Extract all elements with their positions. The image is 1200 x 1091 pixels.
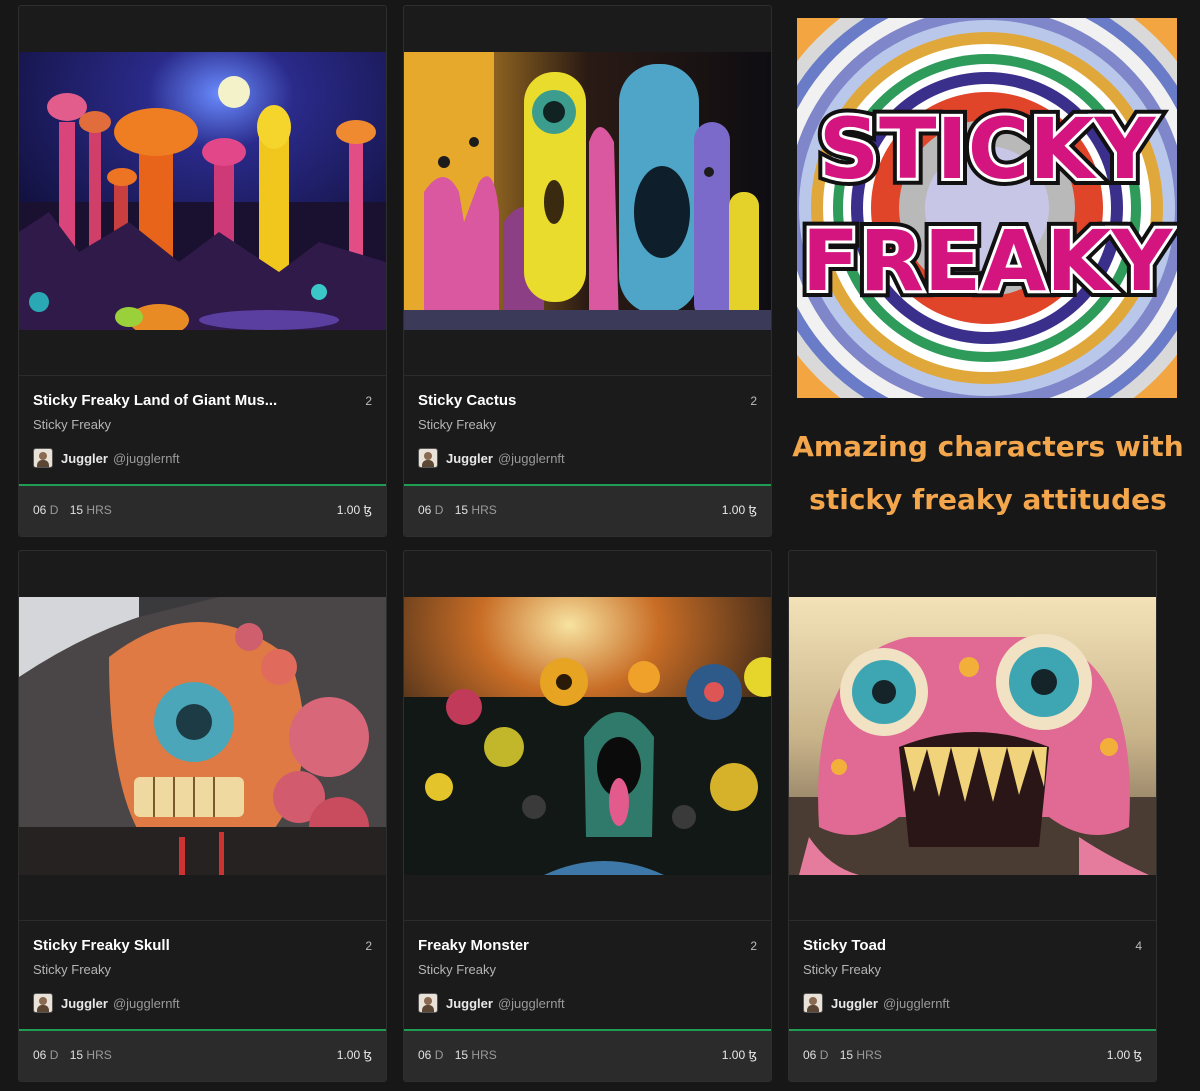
auction-timer: 06 D 15 HRS xyxy=(418,1048,505,1062)
price: 1.00 ꜩ xyxy=(721,1048,757,1062)
nft-card[interactable]: Sticky Cactus 2 Sticky Freaky Juggler @j… xyxy=(403,5,772,537)
days-value: 06 xyxy=(803,1048,817,1062)
creator-handle: @jugglernft xyxy=(112,995,180,1011)
card-footer: 06 D 15 HRS 1.00 ꜩ xyxy=(19,484,386,536)
days-unit: D xyxy=(49,503,59,517)
edition-count: 2 xyxy=(750,394,757,408)
collection-name[interactable]: Sticky Freaky xyxy=(33,417,111,432)
card-title[interactable]: Freaky Monster xyxy=(418,937,718,954)
divider xyxy=(19,375,386,376)
creator-name: Juggler xyxy=(831,995,878,1011)
creator-link[interactable]: Juggler @jugglernft xyxy=(33,447,180,469)
artwork-image[interactable] xyxy=(789,597,1156,875)
card-title[interactable]: Sticky Freaky Skull xyxy=(33,937,333,954)
hours-value: 15 xyxy=(454,1048,469,1062)
tagline-line-2: sticky freaky attitudes xyxy=(809,483,1167,516)
nft-card[interactable]: Sticky Toad 4 Sticky Freaky Juggler @jug… xyxy=(788,550,1157,1082)
creator-name: Juggler xyxy=(446,450,493,466)
card-footer: 06 D 15 HRS 1.00 ꜩ xyxy=(404,484,771,536)
collection-name[interactable]: Sticky Freaky xyxy=(418,962,496,977)
collection-name[interactable]: Sticky Freaky xyxy=(33,962,111,977)
artwork-image[interactable] xyxy=(404,52,771,330)
creator-name: Juggler xyxy=(61,450,108,466)
auction-timer: 06 D 15 HRS xyxy=(803,1048,890,1062)
card-footer: 06 D 15 HRS 1.00 ꜩ xyxy=(404,1029,771,1081)
avatar xyxy=(803,993,823,1013)
creator-handle: @jugglernft xyxy=(112,450,180,466)
price: 1.00 ꜩ xyxy=(336,1048,372,1062)
hours-value: 15 xyxy=(454,503,469,517)
hours-value: 15 xyxy=(69,503,84,517)
creator-link[interactable]: Juggler @jugglernft xyxy=(803,992,950,1014)
logo-line-1-highlight: STICKY xyxy=(819,100,1157,198)
days-value: 06 xyxy=(418,503,432,517)
tagline-line-1: Amazing characters with xyxy=(792,430,1184,463)
price: 1.00 ꜩ xyxy=(1106,1048,1142,1062)
days-value: 06 xyxy=(33,503,47,517)
card-title[interactable]: Sticky Cactus xyxy=(418,392,718,409)
card-title[interactable]: Sticky Toad xyxy=(803,937,1103,954)
avatar xyxy=(33,448,53,468)
avatar xyxy=(418,448,438,468)
days-unit: D xyxy=(434,1048,444,1062)
creator-link[interactable]: Juggler @jugglernft xyxy=(33,992,180,1014)
price: 1.00 ꜩ xyxy=(721,503,757,517)
hours-unit: HRS xyxy=(86,1048,112,1062)
avatar xyxy=(418,993,438,1013)
hours-unit: HRS xyxy=(856,1048,882,1062)
auction-timer: 06 D 15 HRS xyxy=(33,1048,120,1062)
creator-handle: @jugglernft xyxy=(497,995,565,1011)
collection-name[interactable]: Sticky Freaky xyxy=(803,962,881,977)
price: 1.00 ꜩ xyxy=(336,503,372,517)
creator-handle: @jugglernft xyxy=(497,450,565,466)
collection-tagline: Amazing characters with sticky freaky at… xyxy=(790,420,1186,526)
days-value: 06 xyxy=(33,1048,47,1062)
hours-unit: HRS xyxy=(86,503,112,517)
card-footer: 06 D 15 HRS 1.00 ꜩ xyxy=(789,1029,1156,1081)
card-title[interactable]: Sticky Freaky Land of Giant Mus... xyxy=(33,392,333,409)
hours-unit: HRS xyxy=(471,503,497,517)
collection-name[interactable]: Sticky Freaky xyxy=(418,417,496,432)
artwork-image[interactable] xyxy=(19,597,386,875)
divider xyxy=(404,375,771,376)
edition-count: 4 xyxy=(1135,939,1142,953)
divider xyxy=(789,920,1156,921)
creator-handle: @jugglernft xyxy=(882,995,950,1011)
hours-unit: HRS xyxy=(471,1048,497,1062)
card-footer: 06 D 15 HRS 1.00 ꜩ xyxy=(19,1029,386,1081)
hours-value: 15 xyxy=(69,1048,84,1062)
days-unit: D xyxy=(819,1048,829,1062)
days-value: 06 xyxy=(418,1048,432,1062)
creator-link[interactable]: Juggler @jugglernft xyxy=(418,447,565,469)
edition-count: 2 xyxy=(750,939,757,953)
creator-link[interactable]: Juggler @jugglernft xyxy=(418,992,565,1014)
auction-timer: 06 D 15 HRS xyxy=(418,503,505,517)
edition-count: 2 xyxy=(365,939,372,953)
nft-card[interactable]: Freaky Monster 2 Sticky Freaky Juggler @… xyxy=(403,550,772,1082)
divider xyxy=(404,920,771,921)
auction-timer: 06 D 15 HRS xyxy=(33,503,120,517)
creator-name: Juggler xyxy=(446,995,493,1011)
days-unit: D xyxy=(49,1048,59,1062)
creator-name: Juggler xyxy=(61,995,108,1011)
edition-count: 2 xyxy=(365,394,372,408)
logo-line-2-highlight: FREAKY xyxy=(802,212,1174,310)
hours-value: 15 xyxy=(839,1048,854,1062)
days-unit: D xyxy=(434,503,444,517)
collection-banner[interactable]: STICKY STICKY FREAKY FREAKY xyxy=(797,18,1177,398)
artwork-image[interactable] xyxy=(404,597,771,875)
nft-card[interactable]: Sticky Freaky Land of Giant Mus... 2 Sti… xyxy=(18,5,387,537)
artwork-image[interactable] xyxy=(19,52,386,330)
divider xyxy=(19,920,386,921)
avatar xyxy=(33,993,53,1013)
nft-card[interactable]: Sticky Freaky Skull 2 Sticky Freaky Jugg… xyxy=(18,550,387,1082)
